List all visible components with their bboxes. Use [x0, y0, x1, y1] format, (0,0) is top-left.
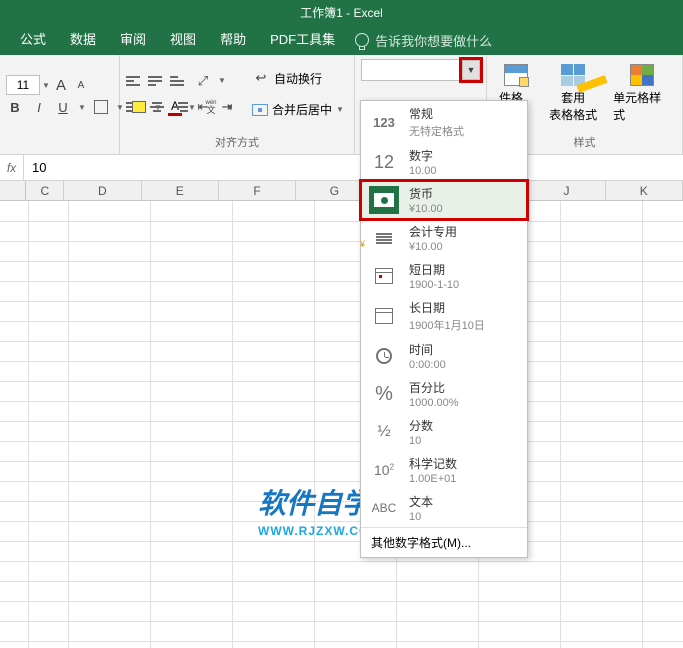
- merge-center-button[interactable]: 合并后居中 ▼: [248, 99, 348, 120]
- grow-font-icon[interactable]: A: [52, 76, 70, 94]
- ribbon: 11▼ A A B I U▼ ▼ ▼ A▼ wén文▼: [0, 55, 683, 155]
- format-option-ldate[interactable]: 长日期1900年1月10日: [361, 295, 527, 337]
- col-header[interactable]: J: [528, 181, 605, 200]
- format-option-pct[interactable]: %百分比1000.00%: [361, 375, 527, 413]
- number-format-dropdown[interactable]: ▼: [462, 60, 480, 80]
- dropdown-icon[interactable]: ▼: [218, 76, 226, 85]
- txt-icon: ABC: [369, 494, 399, 522]
- dropdown-icon[interactable]: ▼: [78, 103, 86, 112]
- dropdown-icon: ▼: [336, 105, 344, 114]
- formula-input[interactable]: 10: [24, 160, 683, 175]
- vertical-align-icons[interactable]: [126, 74, 188, 88]
- border-icon[interactable]: [92, 98, 110, 116]
- format-option-num[interactable]: 12数字10.00: [361, 143, 527, 181]
- decrease-indent-icon[interactable]: ⇤: [194, 98, 212, 116]
- num-icon: 12: [369, 148, 399, 176]
- increase-indent-icon[interactable]: ⇥: [218, 98, 236, 116]
- number-format-display: [362, 60, 462, 80]
- merge-icon: [252, 104, 268, 116]
- tab-review[interactable]: 审阅: [108, 25, 158, 55]
- time-icon: [369, 342, 399, 370]
- tab-formulas[interactable]: 公式: [8, 25, 58, 55]
- fx-icon[interactable]: fx: [0, 155, 24, 181]
- more-number-formats[interactable]: 其他数字格式(M)...: [361, 527, 527, 557]
- format-table-button[interactable]: 套用 表格格式: [543, 62, 603, 125]
- format-option-time[interactable]: 时间0:00:00: [361, 337, 527, 375]
- wrap-text-button[interactable]: ↩ 自动换行: [248, 67, 348, 89]
- gen-icon: 123: [369, 108, 399, 136]
- tab-pdf[interactable]: PDF工具集: [258, 25, 347, 55]
- bold-button[interactable]: B: [6, 98, 24, 116]
- shrink-font-icon[interactable]: A: [72, 76, 90, 94]
- sdate-icon: [369, 262, 399, 290]
- orientation-icon[interactable]: ⤢: [194, 72, 212, 90]
- col-header[interactable]: D: [64, 181, 141, 200]
- cur-icon: [369, 186, 399, 214]
- column-headers: C D E F G H I J K: [0, 181, 683, 201]
- tell-me-text: 告诉我你想要做什么: [375, 31, 492, 50]
- sci-icon: 102: [369, 456, 399, 484]
- ribbon-tabs: 公式 数据 审阅 视图 帮助 PDF工具集 告诉我你想要做什么: [0, 25, 683, 55]
- group-label-font: [0, 136, 119, 154]
- cell-styles-button[interactable]: 单元格样式: [607, 62, 676, 125]
- group-label-alignment: 对齐方式: [120, 132, 354, 154]
- acc-icon: [369, 224, 399, 252]
- window-title: 工作簿1 - Excel: [300, 4, 383, 21]
- format-option-gen[interactable]: 123常规无特定格式: [361, 101, 527, 143]
- format-option-sdate[interactable]: 短日期1900-1-10: [361, 257, 527, 295]
- title-bar: 工作簿1 - Excel: [0, 0, 683, 25]
- tab-help[interactable]: 帮助: [208, 25, 258, 55]
- number-format-selector[interactable]: ▼: [361, 59, 481, 81]
- dropdown-icon[interactable]: ▼: [42, 81, 50, 90]
- conditional-format-icon: [504, 64, 528, 86]
- col-header[interactable]: C: [26, 181, 64, 200]
- frac-icon: ½: [369, 418, 399, 446]
- tab-view[interactable]: 视图: [158, 25, 208, 55]
- col-header[interactable]: K: [606, 181, 683, 200]
- col-header[interactable]: F: [219, 181, 296, 200]
- font-size-input[interactable]: 11: [6, 75, 40, 95]
- bulb-icon: [355, 33, 369, 47]
- cell-styles-icon: [630, 64, 654, 86]
- format-option-txt[interactable]: ABC文本10: [361, 489, 527, 527]
- spreadsheet-grid[interactable]: [0, 201, 683, 648]
- format-option-cur[interactable]: 货币¥10.00: [361, 181, 527, 219]
- italic-button[interactable]: I: [30, 98, 48, 116]
- format-option-sci[interactable]: 102科学记数1.00E+01: [361, 451, 527, 489]
- select-all[interactable]: [0, 181, 26, 200]
- underline-button[interactable]: U: [54, 98, 72, 116]
- col-header[interactable]: E: [142, 181, 219, 200]
- tab-data[interactable]: 数据: [58, 25, 108, 55]
- pct-icon: %: [369, 380, 399, 408]
- format-option-frac[interactable]: ½分数10: [361, 413, 527, 451]
- ldate-icon: [369, 302, 399, 330]
- tell-me[interactable]: 告诉我你想要做什么: [355, 31, 492, 50]
- wrap-icon: ↩: [252, 69, 270, 87]
- formula-bar: fx 10: [0, 155, 683, 181]
- number-format-dropdown-menu: 123常规无特定格式12数字10.00货币¥10.00会计专用¥10.00短日期…: [360, 100, 528, 558]
- format-option-acc[interactable]: 会计专用¥10.00: [361, 219, 527, 257]
